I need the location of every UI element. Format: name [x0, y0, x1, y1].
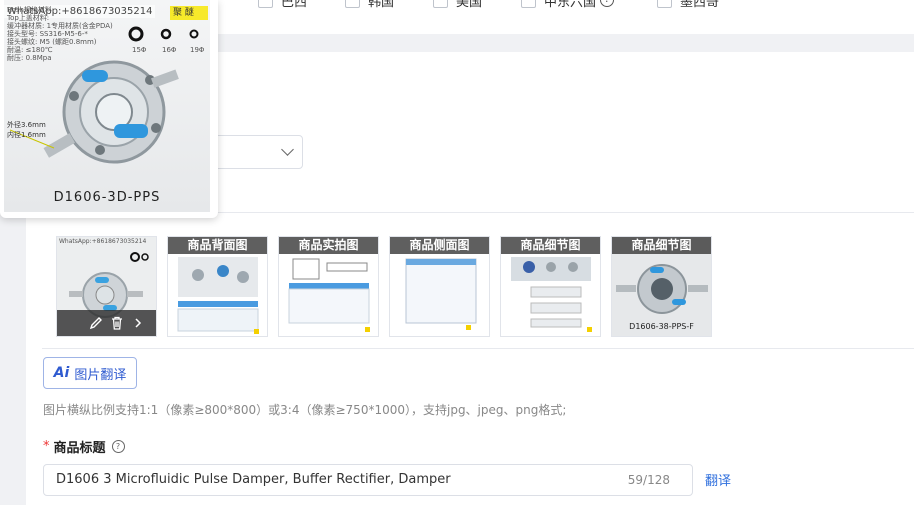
thumb-caption: 商品侧面图 — [390, 237, 489, 254]
help-icon[interactable]: ? — [600, 0, 615, 7]
checkbox[interactable] — [345, 0, 360, 8]
country-option-usa[interactable]: 美国 — [433, 0, 482, 10]
required-mark: * — [43, 439, 50, 454]
trash-icon[interactable] — [110, 316, 124, 330]
highlight-label: 聚 醚 — [170, 6, 208, 20]
image-thumb-main[interactable]: WhatsApp:+8618673035214 — [56, 236, 157, 337]
image-thumb-real[interactable]: 商品实拍图 — [278, 236, 379, 337]
divider — [42, 348, 914, 349]
image-thumb-detail-2[interactable]: 商品细节图 D1606-38-PPS-F — [611, 236, 712, 337]
chevron-right-icon[interactable] — [131, 316, 145, 330]
preview-image: WhatsApp:+8618673035214 聚 醚 Rosh规格材料 Top… — [4, 0, 210, 212]
country-option-middle-east[interactable]: 中东六国? — [521, 0, 615, 10]
image-thumb-detail-1[interactable]: 商品细节图 — [500, 236, 601, 337]
image-thumb-side[interactable]: 商品侧面图 — [389, 236, 490, 337]
product-title-label: * 商品标题 ? — [43, 437, 125, 456]
checkbox[interactable] — [433, 0, 448, 8]
thumb-caption: 商品细节图 — [501, 237, 600, 254]
product-title-input[interactable]: D1606 3 Microfluidic Pulse Damper, Buffe… — [43, 464, 693, 496]
ai-icon: Ai — [53, 365, 70, 381]
checkbox[interactable] — [521, 0, 536, 8]
image-format-hint: 图片横纵比例支持1:1（像素≥800*800）或3:4（像素≥750*1000）… — [43, 403, 567, 417]
image-thumb-back[interactable]: 商品背面图 — [167, 236, 268, 337]
image-preview-popup: WhatsApp:+8618673035214 聚 醚 Rosh规格材料 Top… — [0, 0, 218, 218]
model-text: D1606-3D-PPS — [53, 190, 161, 205]
checkbox[interactable] — [657, 0, 672, 8]
char-counter: 59/128 — [627, 473, 670, 487]
country-option-brazil[interactable]: 巴西 — [258, 0, 307, 10]
image-translate-button[interactable]: Ai 图片翻译 — [43, 357, 137, 389]
country-option-mexico[interactable]: 墨西哥 — [657, 0, 719, 10]
thumb-action-bar — [57, 310, 156, 336]
thumb-caption: 商品细节图 — [612, 237, 711, 254]
help-icon[interactable]: ? — [111, 440, 125, 453]
thumb-caption: 商品实拍图 — [279, 237, 378, 254]
checkbox[interactable] — [258, 0, 273, 8]
chevron-down-icon — [281, 143, 294, 156]
title-input-value: D1606 3 Microfluidic Pulse Damper, Buffe… — [56, 472, 451, 487]
country-option-korea[interactable]: 韩国 — [345, 0, 394, 10]
translate-link[interactable]: 翻译 — [705, 470, 731, 489]
edit-icon[interactable] — [89, 316, 103, 330]
model-text: D1606-38-PPS-F — [629, 322, 694, 331]
watermark-text: WhatsApp:+8618673035214 — [59, 238, 147, 245]
thumb-caption: 商品背面图 — [168, 237, 267, 254]
category-select[interactable] — [203, 135, 303, 169]
